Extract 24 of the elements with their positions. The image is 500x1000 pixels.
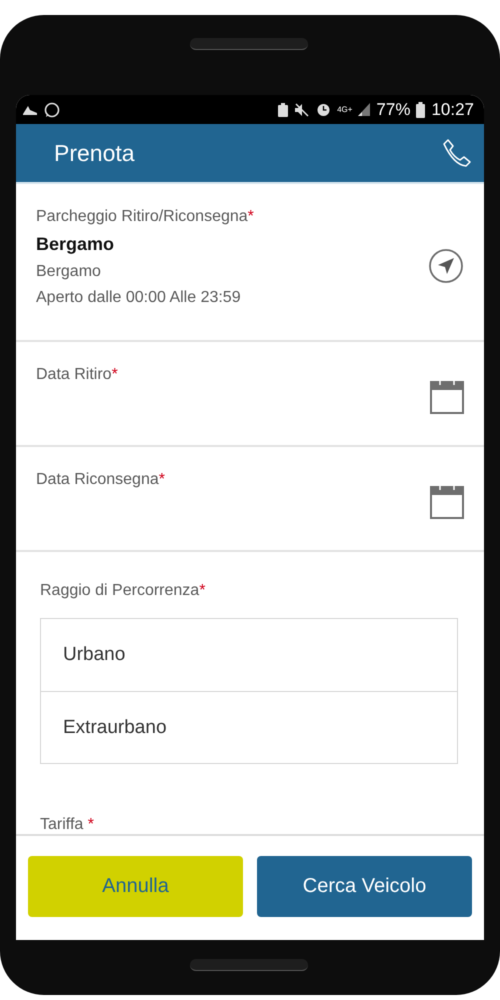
date-field[interactable]: Data Ritiro* — [16, 342, 484, 447]
parking-city: Bergamo — [36, 263, 102, 281]
battery-icon — [416, 102, 426, 118]
parking-name: Bergamo — [36, 234, 116, 255]
field-label: Raggio di Percorrenza* — [40, 582, 206, 600]
chat-icon — [44, 102, 60, 118]
alarm-icon — [316, 102, 332, 117]
mute-icon — [294, 102, 310, 116]
calendar-icon[interactable] — [430, 378, 464, 414]
battery-percent: 77% — [376, 100, 410, 120]
navigation-icon[interactable] — [428, 248, 464, 284]
field-label: Parcheggio Ritiro/Riconsegna* — [36, 208, 255, 226]
search-button[interactable]: Cerca Veicolo — [257, 856, 472, 916]
opening-hours: Aperto dalle 00:00 Alle 23:59 — [36, 289, 242, 307]
calendar-icon[interactable] — [430, 483, 464, 519]
field-label: Tariffa * — [40, 816, 95, 834]
screen-title: Prenota — [54, 140, 136, 166]
signal-icon — [358, 103, 370, 116]
clock-time: 10:27 — [431, 100, 474, 120]
date-field[interactable]: Data Riconsegna* — [16, 447, 484, 552]
network-label: 4G+ — [337, 106, 352, 114]
phone-icon[interactable] — [442, 138, 472, 168]
cancel-button[interactable]: Annulla — [28, 856, 243, 916]
shoe-icon — [22, 104, 38, 116]
